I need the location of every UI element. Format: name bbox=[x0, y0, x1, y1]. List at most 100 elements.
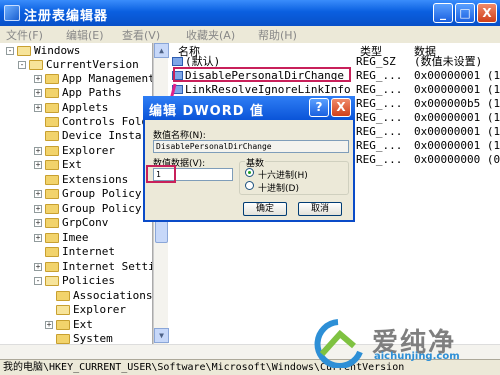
dialog-title-bar: 编辑 DWORD 值 ? X bbox=[143, 96, 355, 120]
row-type: REG_... bbox=[356, 153, 403, 166]
tree-item[interactable]: + App Management bbox=[34, 72, 152, 86]
folder-open-icon bbox=[17, 46, 31, 56]
tree-item-label: Internet Setti bbox=[62, 260, 153, 273]
tree-item[interactable]: Device Insta bbox=[45, 129, 141, 143]
tree-item[interactable]: Explorer bbox=[56, 303, 126, 317]
watermark-url: aichunjing.com bbox=[374, 351, 460, 362]
menu-edit[interactable]: 编辑(E) bbox=[66, 27, 104, 43]
tree-item[interactable]: + Group Policy bbox=[34, 187, 141, 201]
menu-favorites[interactable]: 收藏夹(A) bbox=[186, 27, 235, 43]
scroll-up-arrow-icon[interactable]: ▲ bbox=[154, 43, 169, 58]
expand-icon[interactable]: + bbox=[34, 89, 42, 97]
registry-editor-icon bbox=[4, 5, 20, 21]
folder-open-icon bbox=[45, 276, 59, 286]
expand-icon[interactable]: + bbox=[34, 205, 42, 213]
folder-icon bbox=[45, 175, 59, 185]
tree-item[interactable]: - Policies bbox=[34, 274, 115, 288]
tree-item[interactable]: Controls Fold bbox=[45, 115, 148, 129]
cancel-button[interactable]: 取消 bbox=[298, 202, 342, 216]
tree-item[interactable]: + Ext bbox=[34, 158, 82, 172]
folder-icon bbox=[45, 262, 59, 272]
menu-view[interactable]: 查看(V) bbox=[122, 27, 160, 43]
folder-icon bbox=[45, 218, 59, 228]
tree-item-label: Extensions bbox=[62, 173, 129, 186]
tree-item[interactable]: + GrpConv bbox=[34, 216, 108, 230]
folder-icon bbox=[45, 247, 59, 257]
folder-icon bbox=[56, 334, 70, 344]
collapse-icon[interactable]: - bbox=[6, 47, 14, 55]
tree-item[interactable]: + Applets bbox=[34, 101, 108, 115]
tree-item-label: Policies bbox=[62, 274, 115, 287]
tree-item[interactable]: - CurrentVersion bbox=[18, 58, 139, 72]
tree-item-label: Device Insta bbox=[62, 129, 142, 142]
tree-item[interactable]: Internet bbox=[45, 245, 115, 259]
decimal-radio-label: 十进制(D) bbox=[258, 184, 299, 194]
tree-item[interactable]: System bbox=[56, 332, 113, 344]
tree-item-label: Applets bbox=[62, 101, 109, 114]
row-data: (数值未设置) bbox=[414, 55, 483, 68]
row-type: REG_... bbox=[356, 139, 403, 152]
tree-item[interactable]: + Internet Setti bbox=[34, 260, 153, 274]
expand-icon[interactable]: + bbox=[34, 161, 42, 169]
expand-icon[interactable]: + bbox=[34, 234, 42, 242]
row-data: 0x00000001 (1 bbox=[414, 83, 500, 96]
tree-item[interactable]: + Explorer bbox=[34, 144, 115, 158]
expand-icon[interactable]: + bbox=[34, 263, 42, 271]
tree-item-label: GrpConv bbox=[62, 216, 109, 229]
tree-item[interactable]: + Imee bbox=[34, 231, 89, 245]
dialog-close-button[interactable]: X bbox=[331, 98, 351, 117]
row-data: 0x00000000 (0 bbox=[414, 153, 500, 166]
tree-item-label: CurrentVersion bbox=[46, 58, 139, 71]
dialog-help-button[interactable]: ? bbox=[309, 98, 329, 117]
menu-help[interactable]: 帮助(H) bbox=[258, 27, 297, 43]
string-value-icon bbox=[172, 57, 183, 66]
menu-bar: 文件(F) 编辑(E) 查看(V) 收藏夹(A) 帮助(H) bbox=[0, 26, 500, 43]
collapse-icon[interactable]: - bbox=[34, 277, 42, 285]
tree-item[interactable]: + Ext bbox=[45, 318, 93, 332]
tree-item[interactable]: Associations bbox=[56, 289, 152, 303]
tree-item[interactable]: Extensions bbox=[45, 173, 128, 187]
minimize-button[interactable]: _ bbox=[433, 3, 453, 23]
folder-open-icon bbox=[56, 305, 70, 315]
folder-icon bbox=[45, 88, 59, 98]
scroll-down-arrow-icon[interactable]: ▼ bbox=[154, 328, 169, 343]
collapse-icon[interactable]: - bbox=[18, 61, 26, 69]
row-type: REG_SZ bbox=[356, 55, 396, 68]
tree-item-label: Explorer bbox=[62, 144, 115, 157]
expand-icon[interactable]: + bbox=[45, 321, 53, 329]
folder-icon bbox=[45, 189, 59, 199]
tree-item[interactable]: - Windows bbox=[6, 44, 80, 58]
menu-file[interactable]: 文件(F) bbox=[6, 27, 43, 43]
row-data: 0x00000001 (1 bbox=[414, 139, 500, 152]
folder-icon bbox=[56, 291, 70, 301]
list-row[interactable]: LinkResolveIgnoreLinkInfo REG_... 0x000000… bbox=[170, 83, 500, 96]
tree-item-label: Group Policy bbox=[62, 202, 142, 215]
decimal-radio[interactable] bbox=[245, 181, 254, 190]
window-title: 注册表编辑器 bbox=[24, 9, 109, 24]
site-watermark: 爱纯净 aichunjing.com bbox=[310, 318, 500, 369]
folder-icon bbox=[45, 103, 59, 113]
tree-item-label: Ext bbox=[62, 158, 82, 171]
close-button[interactable]: X bbox=[477, 3, 497, 23]
expand-icon[interactable]: + bbox=[34, 75, 42, 83]
expand-icon[interactable]: + bbox=[34, 104, 42, 112]
row-type: REG_... bbox=[356, 69, 403, 82]
tree-item-label: Controls Fold bbox=[62, 115, 149, 128]
ok-button[interactable]: 确定 bbox=[243, 202, 287, 216]
tree-item[interactable]: + Group Policy bbox=[34, 202, 141, 216]
maximize-button[interactable]: □ bbox=[455, 3, 475, 23]
value-name-field: DisablePersonalDirChange bbox=[153, 140, 349, 153]
value-data-highlight bbox=[146, 165, 176, 183]
row-type: REG_... bbox=[356, 97, 403, 110]
row-data: 0x00000001 (1 bbox=[414, 111, 500, 124]
row-name: LinkResolveIgnoreLinkInfo bbox=[185, 83, 351, 96]
tree-item-label: Group Policy bbox=[62, 187, 142, 200]
expand-icon[interactable]: + bbox=[34, 147, 42, 155]
row-data: 0x00000001 (1 bbox=[414, 125, 500, 138]
expand-icon[interactable]: + bbox=[34, 219, 42, 227]
hex-radio-label: 十六进制(H) bbox=[258, 171, 308, 181]
expand-icon[interactable]: + bbox=[34, 190, 42, 198]
registry-tree[interactable]: - Windows - CurrentVersion + App Management… bbox=[0, 43, 153, 344]
tree-item[interactable]: + App Paths bbox=[34, 86, 122, 100]
hex-radio[interactable] bbox=[245, 168, 254, 177]
